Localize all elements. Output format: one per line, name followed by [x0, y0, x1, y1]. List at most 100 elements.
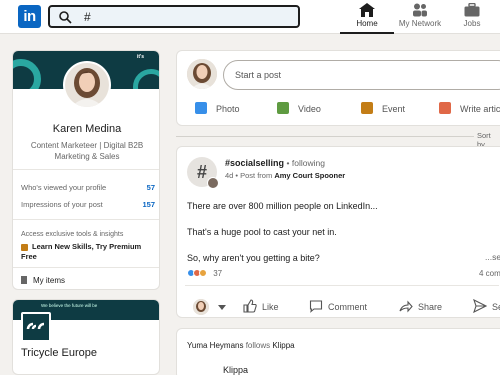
event-button[interactable]: Event	[361, 102, 405, 116]
stat-post-impressions[interactable]: Impressions of your post 157	[21, 200, 155, 212]
my-items-label: My items	[33, 276, 65, 285]
profile-avatar[interactable]	[63, 61, 111, 109]
share-label: Share	[418, 302, 443, 312]
following-status: • following	[286, 158, 325, 168]
search-input[interactable]	[84, 9, 284, 25]
see-more-link[interactable]: ...see	[485, 252, 500, 262]
like-label: Like	[262, 302, 279, 312]
post-meta-prefix: 4d • Post from	[225, 171, 273, 180]
post-text-line: There are over 800 million people on Lin…	[187, 201, 378, 211]
event-icon	[361, 102, 373, 114]
write-article-button[interactable]: Write article	[439, 102, 500, 116]
start-post-input[interactable]: Start a post	[223, 60, 500, 90]
profile-divider	[13, 267, 159, 268]
company-card[interactable]: We believe the future will be Tricycle E…	[12, 299, 160, 375]
send-label: Send	[492, 302, 500, 312]
stat-profile-views[interactable]: Who's viewed your profile 57	[21, 183, 155, 195]
profile-divider	[13, 219, 159, 220]
send-button[interactable]: Send	[473, 298, 500, 314]
post-as-selector[interactable]	[193, 299, 231, 315]
photo-button[interactable]: Photo	[195, 102, 240, 116]
nav-jobs-label: Jobs	[463, 19, 481, 28]
write-article-label: Write article	[460, 104, 500, 114]
event-label: Event	[382, 104, 406, 114]
nav-my-network-label: My Network	[398, 19, 442, 28]
photo-label: Photo	[216, 104, 240, 114]
comment-count[interactable]: 4 com	[479, 269, 500, 278]
nav-my-network[interactable]: My Network	[394, 3, 446, 34]
video-button[interactable]: Video	[277, 102, 321, 116]
profile-headline: Content Marketeer | Digital B2B Marketin…	[30, 141, 144, 161]
post-meta: 4d • Post from Amy Court Spooner	[225, 171, 345, 180]
share-box: Start a post Photo Video Event Write art…	[176, 50, 500, 126]
company-logo	[21, 312, 51, 342]
stat-value: 57	[146, 183, 155, 192]
profile-card: it's Karen Medina Content Marketeer | Di…	[12, 50, 160, 290]
profile-name[interactable]: Karen Medina	[13, 123, 159, 135]
hashtag-icon: #	[196, 162, 207, 182]
like-button[interactable]: Like	[243, 299, 279, 313]
top-navigation: in Home My Network Jobs	[0, 0, 500, 34]
chevron-down-icon	[217, 305, 226, 310]
activity-target[interactable]: Klippa	[272, 341, 294, 350]
nav-jobs[interactable]: Jobs	[454, 3, 490, 34]
feed-post-next: Yuma Heymans follows Klippa Klippa	[176, 328, 500, 375]
cover-ring-right	[133, 69, 159, 89]
bookmark-icon	[21, 276, 27, 284]
search-box[interactable]	[48, 5, 300, 28]
post-text-line: So, why aren't you getting a bite?	[187, 253, 320, 263]
activity-verb: follows	[245, 341, 271, 350]
article-icon	[439, 102, 451, 114]
linkedin-logo[interactable]: in	[18, 5, 41, 28]
actor-avatar	[193, 299, 209, 315]
comment-icon	[309, 300, 323, 313]
cover-text: it's	[137, 54, 145, 60]
nav-home[interactable]: Home	[340, 3, 394, 34]
post-text-line: That's a huge pool to cast your net in.	[187, 227, 337, 237]
cover-ring-left	[13, 59, 41, 89]
feed-sort-divider	[176, 136, 500, 137]
company-cover-text: We believe the future will be	[41, 303, 98, 308]
avatar-photo	[187, 59, 217, 89]
photo-icon	[195, 102, 207, 114]
feed-post: # #socialselling • following 4d • Post f…	[176, 146, 500, 318]
send-icon	[473, 298, 488, 314]
comment-label: Comment	[328, 302, 368, 312]
hashtag-avatar[interactable]: #	[187, 157, 219, 189]
share-avatar[interactable]	[187, 59, 217, 89]
search-icon	[59, 11, 72, 24]
author-mini-avatar	[207, 177, 219, 189]
like-icon	[243, 299, 257, 313]
company-name[interactable]: Tricycle Europe	[21, 347, 97, 359]
reaction-count: 37	[213, 269, 223, 278]
comment-button[interactable]: Comment	[309, 299, 367, 313]
my-items-link[interactable]: My items	[21, 276, 65, 285]
activity-actor[interactable]: Yuma Heymans	[187, 341, 243, 350]
premium-access-text: Access exclusive tools & insights	[21, 231, 124, 238]
home-icon	[359, 3, 375, 17]
next-post-title[interactable]: Klippa	[223, 365, 248, 375]
insightful-reaction-icon	[199, 269, 207, 277]
post-header[interactable]: #socialselling • following	[225, 158, 325, 168]
stat-label: Who's viewed your profile	[21, 183, 107, 192]
premium-link[interactable]: Learn New Skills, Try Premium Free	[21, 242, 155, 262]
nav-home-label: Home	[356, 19, 378, 28]
tricycle-logo-icon	[26, 322, 45, 330]
stat-label: Impressions of your post	[21, 200, 103, 209]
avatar-photo	[65, 63, 109, 107]
share-icon	[399, 300, 413, 313]
premium-badge-icon	[21, 243, 28, 251]
post-hashtag[interactable]: #socialselling	[225, 158, 284, 168]
profile-divider	[13, 169, 159, 170]
post-author[interactable]: Amy Court Spooner	[274, 171, 345, 180]
activity-line: Yuma Heymans follows Klippa	[187, 341, 295, 350]
stat-value: 157	[142, 200, 155, 209]
video-icon	[277, 102, 289, 114]
reaction-summary[interactable]: 37	[187, 269, 222, 281]
video-label: Video	[298, 104, 321, 114]
network-icon	[413, 3, 427, 17]
share-button[interactable]: Share	[399, 299, 442, 313]
premium-link-label: Learn New Skills, Try Premium Free	[21, 242, 142, 261]
briefcase-icon	[464, 3, 480, 17]
post-divider	[185, 285, 499, 286]
